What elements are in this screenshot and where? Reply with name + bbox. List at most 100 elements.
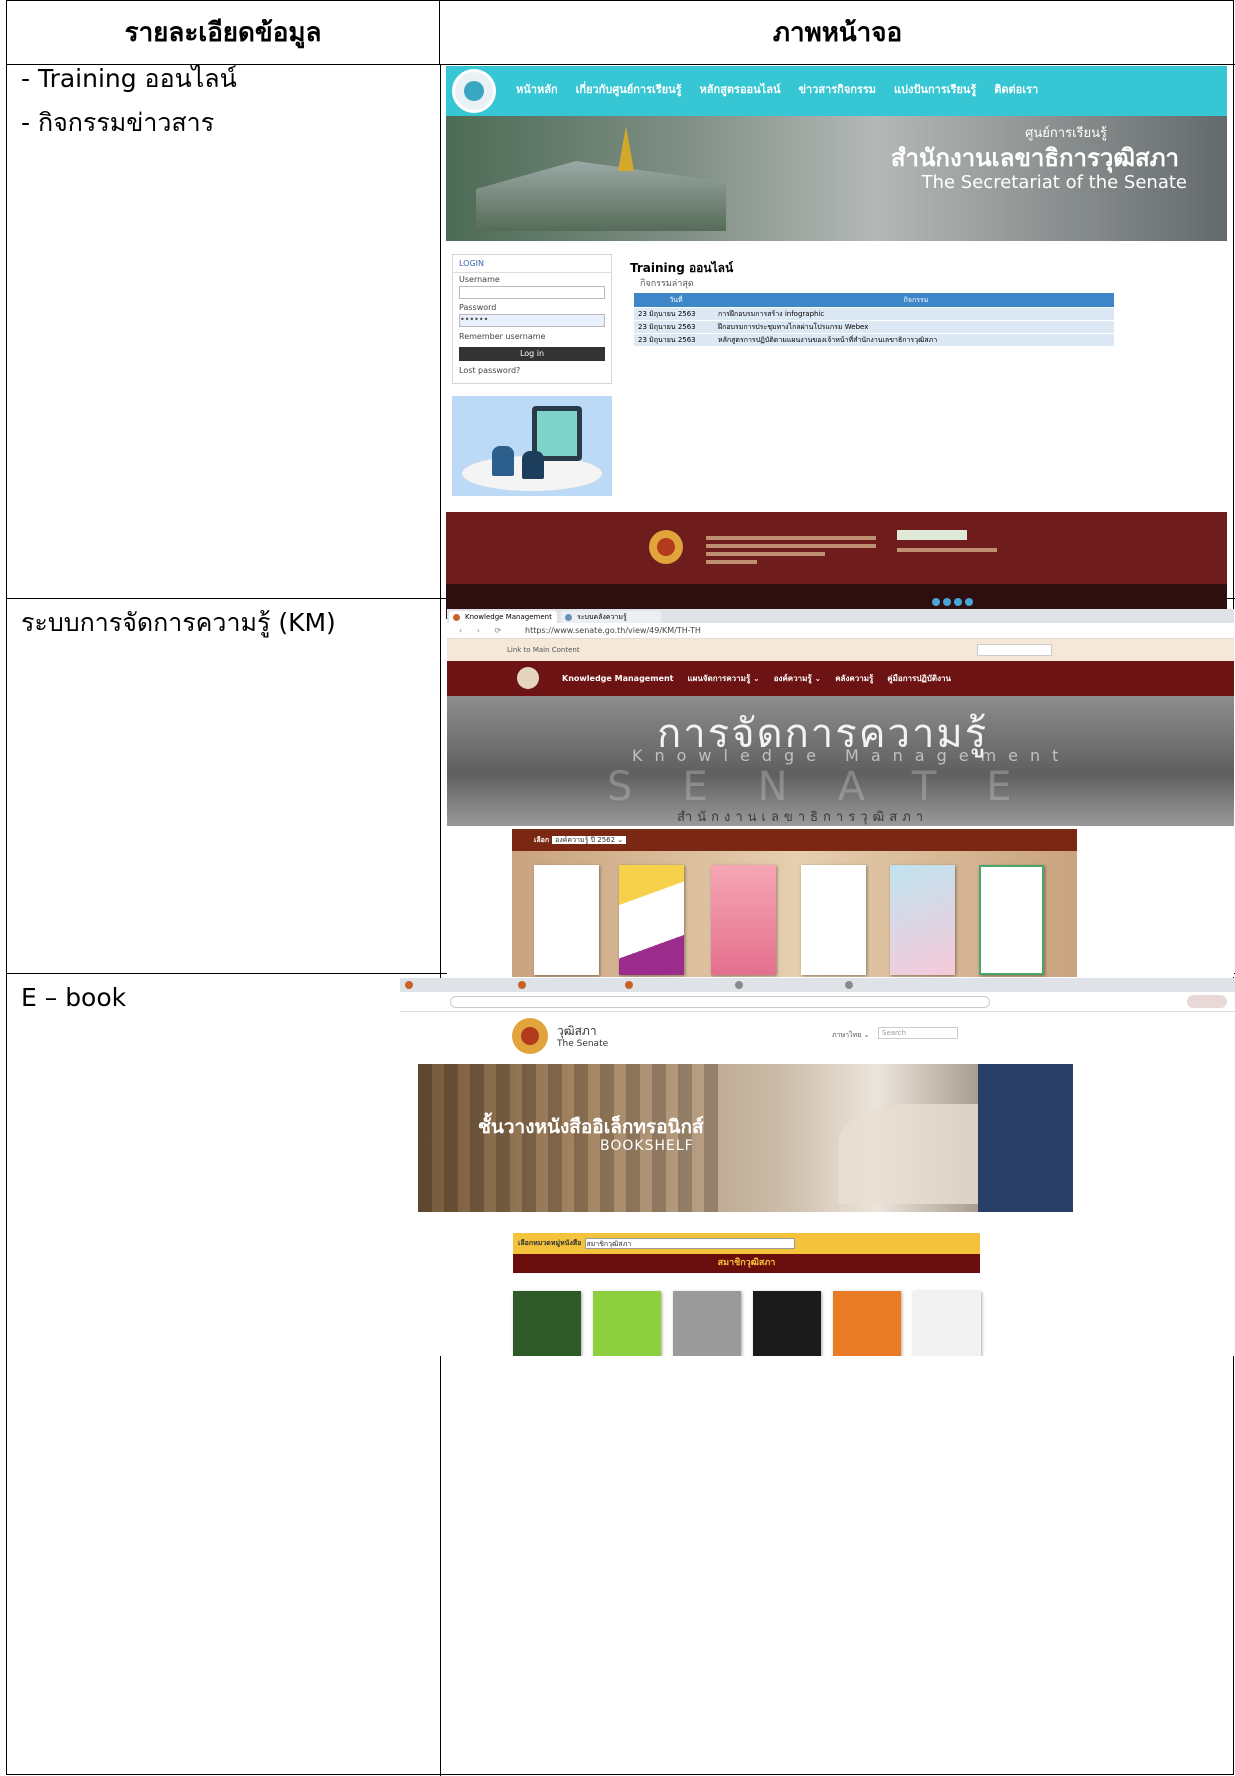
book-cover[interactable] xyxy=(801,865,866,975)
nav-about[interactable]: เกี่ยวกับศูนย์การเรียนรู้ xyxy=(576,80,682,98)
header-screenshot: ภาพหน้าจอ xyxy=(440,1,1235,65)
remember-checkbox[interactable]: Remember username xyxy=(453,329,611,344)
row1-text: - Training ออนไลน์ - กิจกรรมข่าวสาร xyxy=(21,57,237,145)
row-activity: หลักสูตรการปฏิบัติตามแผนงานของเจ้าหน้าที… xyxy=(718,336,938,344)
book-cover[interactable] xyxy=(673,1291,741,1356)
hero-title-en: Knowledge Management xyxy=(632,746,1071,765)
tab-favicon-icon[interactable] xyxy=(625,981,633,989)
nav-arrows-icon[interactable]: ‹ › ⟳ xyxy=(459,623,507,639)
row1-line2: - กิจกรรมข่าวสาร xyxy=(21,108,215,137)
book-cover[interactable] xyxy=(619,865,684,975)
latest-activity-title: กิจกรรมล่าสุด xyxy=(640,279,694,289)
learner-figure xyxy=(492,446,514,476)
row2-text: ระบบการจัดการความรู้ (KM) xyxy=(21,601,336,645)
category-select[interactable]: สมาชิกวุฒิสภา xyxy=(585,1237,796,1249)
nav-share[interactable]: แบ่งปันการเรียนรู้ xyxy=(894,80,976,98)
km-menu-items: Knowledge Management แผนจัดการความรู้ ⌄ … xyxy=(562,661,951,696)
username-input[interactable] xyxy=(459,286,605,299)
senate-seal-icon xyxy=(512,1018,548,1054)
senate-seal-icon xyxy=(517,667,539,689)
row-date: 23 มิถุนายน 2563 xyxy=(638,323,696,331)
menu-manual[interactable]: คู่มือการปฏิบัติงาน xyxy=(887,661,951,696)
address-bar xyxy=(400,992,1235,1012)
site-banner: ศูนย์การเรียนรู้ สำนักงานเลขาธิการวุฒิสภ… xyxy=(446,116,1227,241)
km-menu-bar: Knowledge Management แผนจัดการความรู้ ⌄ … xyxy=(447,661,1234,696)
menu-km[interactable]: Knowledge Management xyxy=(562,661,674,696)
nav-courses[interactable]: หลักสูตรออนไลน์ xyxy=(700,80,781,98)
tab-favicon-icon[interactable] xyxy=(405,981,413,989)
skip-link[interactable]: Link to Main Content xyxy=(507,639,580,661)
site-top-bar: หน้าหลัก เกี่ยวกับศูนย์การเรียนรู้ หลักส… xyxy=(446,66,1227,116)
language-select[interactable]: ภาษาไทย ⌄ xyxy=(832,1030,869,1041)
password-input[interactable]: •••••• xyxy=(459,314,605,327)
site-name-en: The Senate xyxy=(557,1039,609,1049)
bookshelf-hero: ชั้นวางหนังสืออิเล็กทรอนิกส์ BOOKSHELF xyxy=(418,1064,1073,1212)
search-input[interactable]: Search xyxy=(878,1027,958,1039)
site-footer xyxy=(446,512,1227,619)
menu-plan[interactable]: แผนจัดการความรู้ ⌄ xyxy=(688,661,760,696)
book-cover[interactable] xyxy=(913,1291,981,1356)
username-label: Username xyxy=(459,275,500,284)
nav-news[interactable]: ข่าวสารกิจกรรม xyxy=(798,80,876,98)
footer-badges xyxy=(897,530,967,540)
table-row[interactable]: 23 มิถุนายน 2563 หลักสูตรการปฏิบัติตามแผ… xyxy=(634,333,1114,346)
activity-table: วันที่ กิจกรรม 23 มิถุนายน 2563 การฝึกอบ… xyxy=(634,293,1114,346)
book-cover[interactable] xyxy=(513,1291,581,1356)
select-value[interactable]: องค์ความรู้ ปี 2562 ⌄ xyxy=(552,836,627,844)
km-hero-banner: การจัดการความรู้ Knowledge Management SE… xyxy=(447,696,1234,826)
login-button[interactable]: Log in xyxy=(459,347,605,361)
table-row[interactable]: 23 มิถุนายน 2563 การฝึกอบรมการสร้าง info… xyxy=(634,307,1114,320)
column-divider xyxy=(440,65,441,1776)
url-field[interactable]: https://www.senate.go.th/view/49/KM/TH-T… xyxy=(525,623,701,639)
book-shelf: เลือก องค์ความรู้ ปี 2562 ⌄ xyxy=(512,829,1077,977)
footer-address xyxy=(706,532,876,568)
online-learning-illustration xyxy=(452,396,612,496)
menu-store[interactable]: คลังความรู้ xyxy=(835,661,873,696)
col-activity: กิจกรรม xyxy=(903,296,929,304)
banner-english-title: The Secretariat of the Senate xyxy=(921,172,1187,193)
search-input[interactable] xyxy=(977,644,1052,656)
select-label: เลือก xyxy=(534,836,550,844)
book-cover[interactable] xyxy=(753,1291,821,1356)
row3-line1: E – book xyxy=(21,983,127,1012)
browser-tabs xyxy=(400,978,1235,992)
tab-favicon-icon[interactable] xyxy=(845,981,853,989)
book-cover[interactable] xyxy=(534,865,599,975)
tab-knowledge-store[interactable]: ระบบคลังความรู้ xyxy=(561,611,661,623)
login-title: LOGIN xyxy=(453,255,611,273)
row-activity: ฝึกอบรมการประชุมทางไกลผ่านโปรแกรม Webex xyxy=(718,323,869,331)
senate-logo-icon xyxy=(452,69,496,113)
row2-line1: ระบบการจัดการความรู้ (KM) xyxy=(21,608,336,637)
tab-favicon-icon[interactable] xyxy=(735,981,743,989)
category-label: เลือกหมวดหมู่หนังสือ xyxy=(518,1239,582,1247)
lost-password-link[interactable]: Lost password? xyxy=(453,364,611,377)
row-activity: การฝึกอบรมการสร้าง infographic xyxy=(718,310,825,318)
senate-emblem-icon xyxy=(649,530,683,564)
tab-km[interactable]: Knowledge Management xyxy=(449,611,557,623)
book-cover[interactable] xyxy=(593,1291,661,1356)
social-icons xyxy=(932,598,973,606)
nav-contact[interactable]: ติดต่อเรา xyxy=(994,80,1038,98)
row-date: 23 มิถุนายน 2563 xyxy=(638,336,696,344)
book-cover[interactable] xyxy=(711,865,776,975)
menu-knowledge[interactable]: องค์ความรู้ ⌄ xyxy=(774,661,821,696)
activity-table-header: วันที่ กิจกรรม xyxy=(634,293,1114,307)
row1-line1: - Training ออนไลน์ xyxy=(21,64,237,93)
book-cover[interactable] xyxy=(833,1291,901,1356)
profile-button[interactable] xyxy=(1187,995,1227,1008)
tab-favicon-icon[interactable] xyxy=(518,981,526,989)
address-bar: ‹ › ⟳ https://www.senate.go.th/view/49/K… xyxy=(447,623,1234,639)
row-date: 23 มิถุนายน 2563 xyxy=(638,310,696,318)
url-field[interactable] xyxy=(450,996,990,1008)
hero-senate: SENATE xyxy=(607,764,1062,810)
book-cover[interactable] xyxy=(979,865,1044,975)
nav-home[interactable]: หน้าหลัก xyxy=(516,80,558,98)
password-label: Password xyxy=(459,303,497,312)
table-row[interactable]: 23 มิถุนายน 2563 ฝึกอบรมการประชุมทางไกลผ… xyxy=(634,320,1114,333)
book-cover[interactable] xyxy=(890,865,955,975)
main-nav: หน้าหลัก เกี่ยวกับศูนย์การเรียนรู้ หลักส… xyxy=(516,80,1038,98)
login-box: LOGIN Username Password •••••• Remember … xyxy=(452,254,612,384)
row3-text: E – book xyxy=(21,976,126,1020)
visitor-counter xyxy=(897,544,997,556)
year-selector[interactable]: เลือก องค์ความรู้ ปี 2562 ⌄ xyxy=(512,829,1077,851)
